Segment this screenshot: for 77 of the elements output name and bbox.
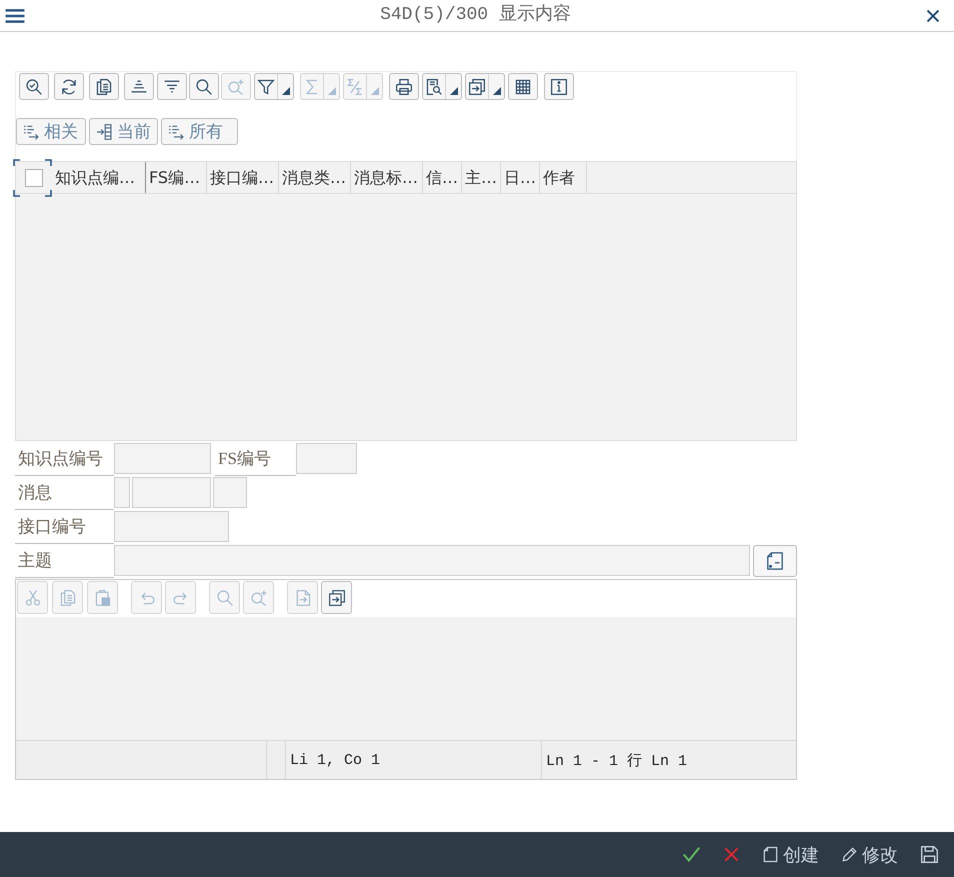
column-header[interactable]: 接口编… (207, 162, 279, 193)
column-header[interactable]: 消息标… (351, 162, 423, 193)
toolbar-button[interactable] (508, 73, 538, 100)
search-icon (195, 78, 213, 96)
input-field[interactable] (132, 477, 211, 508)
column-header[interactable]: 信… (423, 162, 462, 193)
toolbar-button[interactable] (124, 73, 154, 100)
column-header[interactable]: 日… (501, 162, 540, 193)
pencil-icon (841, 845, 858, 864)
search-plus-icon (250, 588, 268, 606)
documents-icon (95, 78, 113, 96)
toolbar-button[interactable] (544, 73, 574, 100)
column-header[interactable]: 主… (462, 162, 501, 193)
search-icon (216, 588, 234, 606)
list-arrow-icon (166, 122, 186, 140)
input-field[interactable] (114, 545, 750, 576)
clipboard-icon (94, 588, 112, 606)
footer-button[interactable]: 修改 (841, 842, 898, 866)
document-icon (766, 551, 784, 571)
column-header[interactable]: 消息类… (279, 162, 351, 193)
status-text: Li 1, Co 1 (290, 752, 380, 768)
dropdown-triangle-icon (492, 87, 500, 95)
input-field[interactable] (114, 443, 211, 474)
export-icon (468, 78, 486, 96)
input-field[interactable] (114, 511, 229, 542)
grid-icon (514, 78, 532, 96)
column-header[interactable]: FS编… (146, 162, 207, 193)
toolbar-button[interactable] (89, 73, 119, 100)
editor-toolbar-button[interactable] (321, 581, 352, 614)
info-icon (550, 78, 568, 96)
toolbar-menu-button[interactable] (422, 73, 462, 100)
dropdown-triangle-icon (370, 87, 378, 95)
view-button[interactable]: 所有 (161, 118, 238, 145)
toolbar-button[interactable] (389, 73, 419, 100)
print-preview-icon (425, 78, 443, 96)
printer-icon (395, 78, 413, 96)
checkmark-icon[interactable] (682, 845, 701, 864)
input-field[interactable] (114, 477, 130, 508)
document-icon (762, 845, 779, 864)
export-icon (328, 588, 346, 606)
filter-icon (257, 78, 275, 96)
search-plus-icon (227, 78, 245, 96)
view-button[interactable]: 相关 (16, 118, 86, 145)
dropdown-triangle-icon (328, 87, 336, 95)
input-field[interactable] (296, 443, 357, 474)
footer-button[interactable]: 创建 (762, 842, 819, 866)
cross-icon[interactable] (723, 846, 740, 863)
magnifier-check-icon (25, 78, 43, 96)
refresh-icon (60, 78, 78, 96)
window-title: S4D(5)/300 显示内容 (379, 2, 572, 24)
toolbar-button[interactable] (54, 73, 84, 100)
toolbar-menu-button[interactable] (465, 73, 505, 100)
list-arrow-icon (21, 122, 41, 140)
status-text: Ln 1 - 1 行 Ln 1 (546, 752, 688, 770)
view-button[interactable]: 当前 (89, 118, 158, 145)
toolbar-menu-button[interactable] (254, 73, 294, 100)
arrow-into-list-icon (94, 122, 114, 140)
toolbar-button[interactable] (157, 73, 187, 100)
dropdown-triangle-icon (450, 87, 458, 95)
sort-descending-icon (163, 78, 181, 96)
document-button[interactable] (753, 545, 797, 577)
focus-frame (13, 159, 52, 197)
dropdown-triangle-icon (282, 87, 290, 95)
checkbox[interactable] (25, 168, 43, 186)
save-icon[interactable] (920, 845, 939, 864)
toolbar-button[interactable] (189, 73, 219, 100)
close-icon[interactable] (926, 8, 940, 22)
menu-icon[interactable] (5, 8, 25, 24)
toolbar-button[interactable] (19, 73, 49, 100)
documents-icon (58, 588, 76, 606)
column-header[interactable]: 知识点编… (52, 162, 146, 193)
sort-ascending-icon (130, 78, 148, 96)
scissors-icon (24, 588, 42, 606)
subtotal-icon (346, 78, 364, 96)
column-header[interactable]: 作者 (540, 162, 587, 193)
input-field[interactable] (213, 477, 247, 508)
document-arrow-icon (294, 588, 312, 606)
